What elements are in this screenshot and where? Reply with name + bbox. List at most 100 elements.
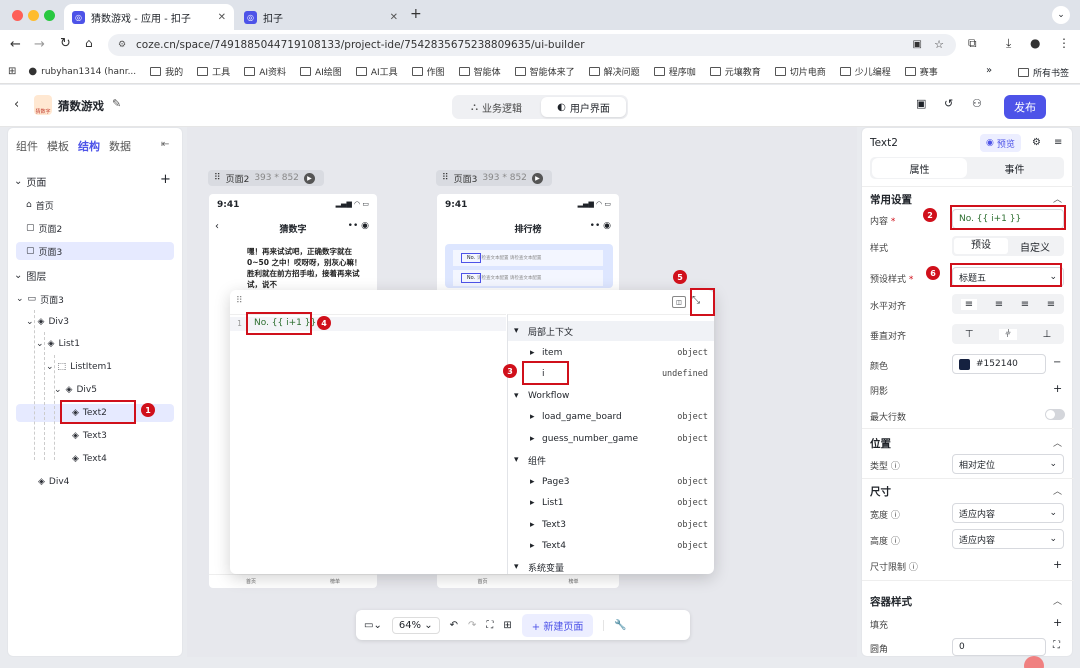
apps-grid-icon[interactable]: ⊞: [8, 66, 16, 77]
play-icon[interactable]: ▶: [531, 172, 543, 184]
layer-page3[interactable]: ⌄ ▭ 页面3: [16, 290, 64, 308]
page-item-home[interactable]: ⌂ 首页: [26, 196, 54, 214]
context-item-load-game-board[interactable]: ▸ load_game_board object: [508, 407, 714, 427]
layer-text3[interactable]: ◈ Text3: [72, 427, 107, 445]
align-middle-icon[interactable]: ⫩: [999, 328, 1017, 340]
context-item-guess-number-game[interactable]: ▸ guess_number_game object: [508, 429, 714, 449]
bookmark-folder[interactable]: 赛事: [904, 65, 938, 78]
pages-section-header[interactable]: ⌄ 页面: [14, 172, 46, 190]
history-icon[interactable]: ↺: [944, 97, 953, 110]
layer-div3[interactable]: ⌄ ◈ Div3: [26, 313, 69, 331]
height-select[interactable]: 适应内容 ⌄: [952, 529, 1064, 549]
frame-tag-page2[interactable]: ⠿ 页面2 393 * 852 ▶: [208, 170, 324, 186]
more-bookmarks-icon[interactable]: »: [986, 65, 992, 76]
tab-components[interactable]: 组件: [16, 138, 38, 154]
close-tab-icon[interactable]: ✕: [390, 12, 398, 23]
context-item-list1[interactable]: ▸ List1 object: [508, 493, 714, 513]
context-section-local[interactable]: ▾ 局部上下文: [508, 321, 714, 341]
layer-div4[interactable]: ◈ Div4: [38, 473, 69, 491]
bookmark-folder[interactable]: 我的: [150, 65, 183, 78]
capsule-menu-icon[interactable]: •• ◉: [348, 221, 369, 231]
bookmark-folder[interactable]: 工具: [197, 65, 230, 78]
drag-handle-icon[interactable]: ⠿: [236, 296, 243, 306]
bookmark-folder[interactable]: AI工具: [355, 65, 398, 78]
mode-business-logic[interactable]: ⛬ 业务逻辑: [454, 97, 539, 117]
align-justify-icon[interactable]: ≡: [1047, 299, 1055, 310]
preview-device-icon[interactable]: ▣: [916, 97, 926, 110]
panel-toggle-icon[interactable]: ◫: [672, 296, 686, 308]
play-icon[interactable]: ▶: [303, 172, 315, 184]
layer-list1[interactable]: ⌄ ◈ List1: [36, 335, 80, 353]
bookmark-folder[interactable]: AI绘图: [300, 65, 342, 78]
new-tab-icon[interactable]: +: [410, 6, 422, 22]
bookmark-folder[interactable]: 元壤教育: [709, 65, 761, 78]
bookmark-folder[interactable]: 智能体来了: [514, 65, 575, 78]
rank-number-text[interactable]: No.: [461, 253, 481, 263]
mode-user-interface[interactable]: ◐ 用户界面: [541, 97, 626, 117]
back-icon[interactable]: ‹: [14, 97, 19, 112]
remove-color-icon[interactable]: −: [1053, 357, 1061, 368]
layer-listitem1[interactable]: ⌄ ⬚ ListItem1: [46, 358, 112, 376]
style-custom-option[interactable]: 自定义: [1008, 239, 1062, 254]
context-section-components[interactable]: ▾ 组件: [508, 450, 714, 470]
align-bottom-icon[interactable]: ⊥: [1042, 329, 1051, 340]
rank-number-text[interactable]: No.: [461, 273, 481, 283]
chevron-up-icon[interactable]: ︿: [1053, 484, 1062, 497]
bookmark-folder[interactable]: 智能体: [458, 65, 501, 78]
close-window-icon[interactable]: [12, 10, 23, 21]
bookmark-folder[interactable]: 程序咖: [653, 65, 696, 78]
browser-tab[interactable]: ◎ 扣子 ✕: [236, 4, 406, 30]
corner-icon[interactable]: ⛶: [1053, 640, 1060, 651]
collaborators-icon[interactable]: ⚇: [972, 97, 982, 110]
home-icon[interactable]: ⌂: [85, 36, 93, 50]
context-item-text3[interactable]: ▸ Text3 object: [508, 515, 714, 535]
bookmark-folder[interactable]: AI资料: [244, 65, 286, 78]
reload-icon[interactable]: ↻: [60, 36, 71, 51]
context-item-page3[interactable]: ▸ Page3 object: [508, 472, 714, 492]
bookmark-folder[interactable]: 切片电商: [774, 65, 826, 78]
bookmark-star-icon[interactable]: ☆: [934, 34, 944, 56]
position-type-select[interactable]: 相对定位 ⌄: [952, 454, 1064, 474]
zoom-select[interactable]: 64% ⌄: [391, 616, 440, 634]
tab-data[interactable]: 数据: [109, 138, 131, 154]
bookmark-item[interactable]: ● rubyhan1314 (hanr...: [28, 66, 136, 77]
menu-kebab-icon[interactable]: ⋮: [1058, 36, 1070, 50]
settings-icon[interactable]: ⚙: [1032, 137, 1041, 148]
collapse-panel-icon[interactable]: ⇤: [161, 139, 169, 150]
width-select[interactable]: 适应内容 ⌄: [952, 503, 1064, 523]
frame-tag-page3[interactable]: ⠿ 页面3 393 * 852 ▶: [436, 170, 552, 186]
add-page-icon[interactable]: +: [160, 172, 171, 187]
minimize-window-icon[interactable]: [28, 10, 39, 21]
chevron-up-icon[interactable]: ︿: [1053, 192, 1062, 205]
device-select-icon[interactable]: ▭⌄: [364, 620, 382, 631]
tab-events[interactable]: 事件: [967, 158, 1062, 178]
maximize-window-icon[interactable]: [44, 10, 55, 21]
back-icon[interactable]: ←: [10, 37, 21, 52]
all-bookmarks[interactable]: 所有书签: [1018, 66, 1069, 79]
page-item-page3[interactable]: ▢ 页面3: [16, 242, 174, 260]
add-shadow-icon[interactable]: +: [1053, 382, 1062, 395]
new-page-button[interactable]: + 新建页面: [521, 613, 594, 637]
context-section-workflow[interactable]: ▾ Workflow: [508, 386, 714, 406]
browser-tab-active[interactable]: ◎ 猜数游戏 - 应用 - 扣子 ✕: [64, 4, 234, 30]
code-editor[interactable]: 1 No. {{ i+1 }}: [230, 314, 506, 574]
radius-input[interactable]: 0: [952, 638, 1046, 656]
edit-icon[interactable]: ✎: [112, 97, 121, 110]
bookmark-folder[interactable]: 作图: [411, 65, 445, 78]
align-right-icon[interactable]: ≡: [1021, 299, 1029, 310]
add-size-limit-icon[interactable]: +: [1053, 558, 1062, 571]
color-input[interactable]: #152140: [952, 354, 1046, 374]
url-field[interactable]: ⚙ coze.cn/space/7491885044719108133/proj…: [108, 34, 956, 56]
grid-icon[interactable]: ⊞: [503, 620, 511, 631]
tab-search-icon[interactable]: ⌄: [1052, 6, 1070, 24]
tab-properties[interactable]: 属性: [872, 158, 967, 178]
undo-icon[interactable]: ↶: [450, 620, 458, 631]
tab-templates[interactable]: 模板: [47, 138, 69, 154]
extensions-icon[interactable]: ⧉: [968, 36, 977, 51]
site-settings-icon[interactable]: ⚙: [118, 34, 126, 56]
tab-structure[interactable]: 结构: [78, 138, 100, 154]
wrench-icon[interactable]: 🔧: [603, 619, 627, 631]
context-item-item[interactable]: ▸ item object: [508, 343, 714, 363]
layer-div5[interactable]: ⌄ ◈ Div5: [54, 381, 97, 399]
nav-ranking[interactable]: 榜单: [568, 578, 578, 585]
